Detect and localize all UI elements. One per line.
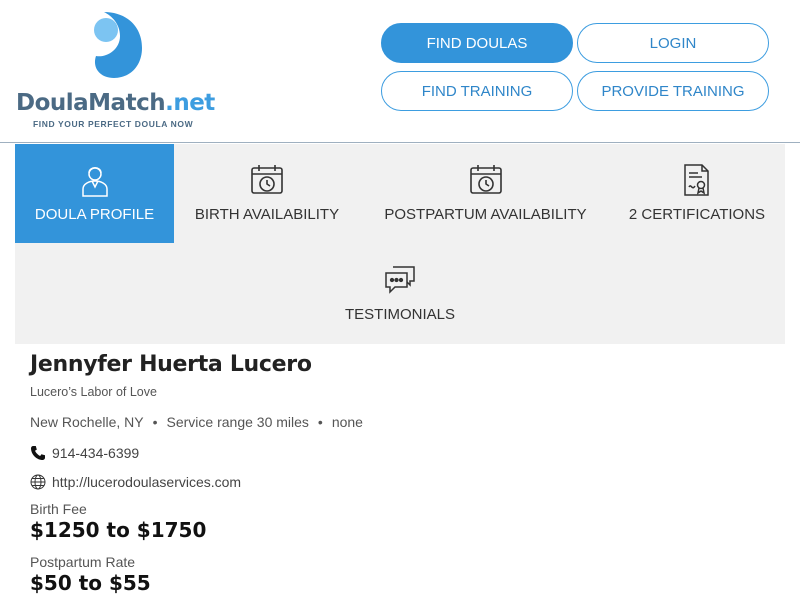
phone-icon <box>31 446 45 460</box>
tab-postpartum-availability[interactable]: POSTPARTUM AVAILABILITY <box>373 144 598 243</box>
tab-birth-availability[interactable]: BIRTH AVAILABILITY <box>181 144 353 243</box>
postpartum-rate-value: $50 to $55 <box>30 571 151 595</box>
site-header: DoulaMatch.net FIND YOUR PERFECT DOULA N… <box>0 0 800 143</box>
birth-fee-value: $1250 to $1750 <box>30 518 207 542</box>
logo-tagline: FIND YOUR PERFECT DOULA NOW <box>33 119 194 129</box>
separator: • <box>152 414 158 430</box>
site-logo[interactable]: DoulaMatch.net FIND YOUR PERFECT DOULA N… <box>16 12 220 132</box>
provide-training-button[interactable]: PROVIDE TRAINING <box>577 71 769 111</box>
logo-tld: .net <box>165 90 215 116</box>
tab-label: DOULA PROFILE <box>34 206 155 223</box>
tab-certifications[interactable]: 2 CERTIFICATIONS <box>615 144 779 243</box>
tab-label: POSTPARTUM AVAILABILITY <box>384 206 587 223</box>
tab-doula-profile[interactable]: DOULA PROFILE <box>15 144 174 243</box>
extra-info: none <box>331 414 363 430</box>
business-name: Lucero’s Labor of Love <box>30 385 157 399</box>
service-range: Service range 30 miles <box>166 414 309 430</box>
logo-brand: DoulaMatch <box>16 90 166 116</box>
tab-label: BIRTH AVAILABILITY <box>194 206 340 223</box>
doulamatch-logo-mark-icon <box>94 12 142 78</box>
tab-testimonials[interactable]: TESTIMONIALS <box>325 244 475 343</box>
doula-name: Jennyfer Huerta Lucero <box>30 352 312 377</box>
phone-row[interactable]: 914-434-6399 <box>30 445 770 461</box>
phone-number[interactable]: 914-434-6399 <box>52 445 139 461</box>
doula-person-icon <box>77 162 113 198</box>
calendar-clock-icon <box>249 162 285 198</box>
find-doulas-button[interactable]: FIND DOULAS <box>381 23 573 63</box>
chat-bubbles-icon <box>382 262 418 298</box>
doula-profile-details: Jennyfer Huerta Lucero Lucero’s Labor of… <box>30 352 770 595</box>
website-link[interactable]: http://lucerodoulaservices.com <box>52 474 241 490</box>
certificate-icon <box>679 162 715 198</box>
website-row[interactable]: http://lucerodoulaservices.com <box>30 474 770 490</box>
postpartum-rate-label: Postpartum Rate <box>30 554 136 570</box>
profile-tabs: DOULA PROFILE BIRTH AVAILABILITY POSTPAR… <box>15 144 785 344</box>
tab-label: 2 CERTIFICATIONS <box>628 206 766 223</box>
logo-wordmark: DoulaMatch.net <box>16 90 215 116</box>
location: New Rochelle, NY <box>30 414 144 430</box>
calendar-clock-icon <box>468 162 504 198</box>
location-meta: New Rochelle, NY • Service range 30 mile… <box>30 414 770 430</box>
globe-icon <box>30 474 46 490</box>
login-button[interactable]: LOGIN <box>577 23 769 63</box>
separator: • <box>317 414 323 430</box>
birth-fee-label: Birth Fee <box>30 501 87 517</box>
tab-label: TESTIMONIALS <box>344 306 456 323</box>
find-training-button[interactable]: FIND TRAINING <box>381 71 573 111</box>
